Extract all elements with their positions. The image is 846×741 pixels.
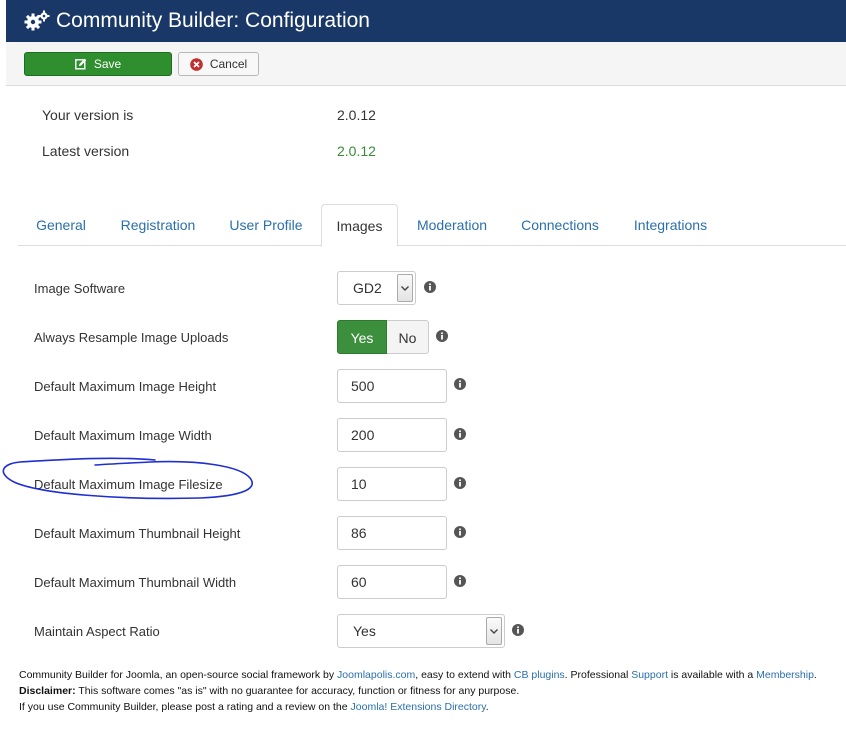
save-button-label: Save xyxy=(93,57,122,71)
footer-line-1: Community Builder for Joomla, an open-so… xyxy=(19,667,817,683)
tab-integrations[interactable]: Integrations xyxy=(617,204,724,246)
info-icon[interactable] xyxy=(454,378,466,390)
image-software-label: Image Software xyxy=(34,281,126,296)
cancel-button-label: Cancel xyxy=(209,57,248,71)
max-width-input[interactable]: 200 xyxy=(337,418,447,452)
footer-text: is available with a xyxy=(668,669,757,681)
always-resample-toggle[interactable]: Yes No xyxy=(337,320,429,354)
footer-text: , easy to extend with xyxy=(415,669,514,681)
footer-text: Community Builder for Joomla, an open-so… xyxy=(19,669,338,681)
cancel-button[interactable]: Cancel xyxy=(178,52,259,76)
page-header: Community Builder: Configuration xyxy=(6,0,846,42)
thumb-height-label: Default Maximum Thumbnail Height xyxy=(34,526,241,541)
info-icon[interactable] xyxy=(512,624,524,636)
max-height-label: Default Maximum Image Height xyxy=(34,379,217,394)
max-width-label: Default Maximum Image Width xyxy=(34,428,212,443)
footer-line-2: Disclaimer: This software comes "as is" … xyxy=(19,683,817,699)
info-icon[interactable] xyxy=(424,281,436,293)
chevron-down-icon[interactable] xyxy=(397,274,413,302)
disclaimer-text: This software comes "as is" with no guar… xyxy=(75,685,520,697)
image-software-select[interactable]: GD2 xyxy=(337,271,416,305)
footer-text: . xyxy=(485,701,489,713)
info-icon[interactable] xyxy=(454,526,466,538)
info-icon[interactable] xyxy=(454,477,466,489)
image-software-value: GD2 xyxy=(353,280,382,296)
thumb-width-input[interactable]: 60 xyxy=(337,565,447,599)
tab-general[interactable]: General xyxy=(18,204,104,246)
tab-images[interactable]: Images xyxy=(321,204,398,247)
cancel-icon xyxy=(190,57,203,71)
latest-version-value: 2.0.12 xyxy=(337,143,376,159)
footer-text: . xyxy=(813,669,817,681)
config-tabs: General Registration User Profile Images… xyxy=(18,204,846,247)
membership-link[interactable]: Membership xyxy=(756,669,814,681)
your-version-label: Your version is xyxy=(42,107,134,123)
joomlapolis-link[interactable]: Joomlapolis.com xyxy=(337,669,415,681)
gears-icon xyxy=(24,10,50,31)
footer-text: . Professional xyxy=(564,669,632,681)
max-filesize-input[interactable]: 10 xyxy=(337,467,447,501)
chevron-down-icon[interactable] xyxy=(486,617,502,645)
thumb-width-label: Default Maximum Thumbnail Width xyxy=(34,575,237,590)
page-title: Community Builder: Configuration xyxy=(56,9,370,32)
footer-text: If you use Community Builder, please pos… xyxy=(19,701,351,713)
footer-line-3: If you use Community Builder, please pos… xyxy=(19,699,817,715)
always-resample-no[interactable]: No xyxy=(387,320,429,354)
aspect-ratio-select[interactable]: Yes xyxy=(337,614,505,648)
toolbar: Save Cancel xyxy=(6,42,846,86)
tab-connections[interactable]: Connections xyxy=(505,204,615,246)
edit-icon xyxy=(74,58,87,70)
latest-version-label: Latest version xyxy=(42,143,130,159)
always-resample-label: Always Resample Image Uploads xyxy=(34,330,229,345)
save-button[interactable]: Save xyxy=(24,52,172,76)
support-link[interactable]: Support xyxy=(631,669,668,681)
tab-user-profile[interactable]: User Profile xyxy=(214,204,318,246)
info-icon[interactable] xyxy=(454,428,466,440)
disclaimer-label: Disclaimer: xyxy=(19,685,76,697)
info-icon[interactable] xyxy=(454,575,466,587)
footer: Community Builder for Joomla, an open-so… xyxy=(19,667,817,715)
aspect-ratio-value: Yes xyxy=(353,623,376,639)
info-icon[interactable] xyxy=(436,330,448,342)
cb-plugins-link[interactable]: CB plugins xyxy=(514,669,565,681)
max-filesize-label: Default Maximum Image Filesize xyxy=(34,477,223,492)
thumb-height-input[interactable]: 86 xyxy=(337,516,447,550)
tab-moderation[interactable]: Moderation xyxy=(401,204,503,246)
jed-link[interactable]: Joomla! Extensions Directory xyxy=(351,701,486,713)
tab-registration[interactable]: Registration xyxy=(104,204,212,246)
always-resample-yes[interactable]: Yes xyxy=(337,320,387,354)
your-version-value: 2.0.12 xyxy=(337,107,376,123)
aspect-ratio-label: Maintain Aspect Ratio xyxy=(34,624,160,639)
max-height-input[interactable]: 500 xyxy=(337,369,447,403)
